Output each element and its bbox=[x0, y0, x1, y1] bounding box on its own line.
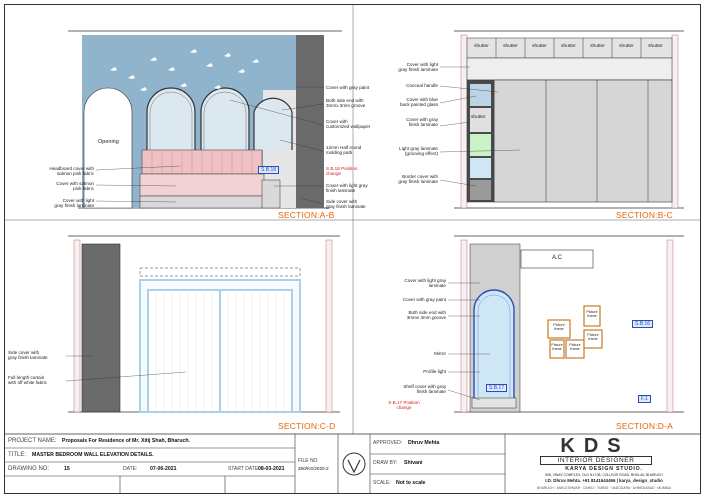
note-salmon-fabric: Cover with salmon pink fabric bbox=[56, 181, 94, 192]
drawing-no: 15 bbox=[64, 466, 70, 472]
firm-address: 508, VINAY COMPLEX, OLD N.H 08, COLLEGE … bbox=[545, 473, 663, 477]
note-da-gray-paint: Cover with gray paint bbox=[402, 297, 446, 302]
note-blue-glass: Cover with blue back painted glass bbox=[399, 97, 438, 108]
section-da-title: SECTION:D-A bbox=[616, 421, 673, 431]
start-date-label: START DATE: bbox=[228, 466, 260, 472]
drawing-sheet: SECTION:A-B SECTION:B-C SECTION:C-D SECT… bbox=[0, 0, 707, 500]
frame-label-2: Picture frame bbox=[569, 343, 581, 351]
start-date-value: 08-03-2021 bbox=[258, 466, 285, 472]
section-ab-title: SECTION:A-B bbox=[278, 210, 335, 220]
date-value: 07-06-2021 bbox=[150, 466, 177, 472]
shutter-label: shutter bbox=[648, 44, 663, 49]
shutter-label-row: shutter shutter shutter shutter shutter … bbox=[467, 44, 672, 49]
firm-contact: I.D. Dhruv Mehta. +91 8141644466 | karya… bbox=[545, 478, 663, 483]
frame-label-3: Picture frame bbox=[586, 310, 598, 318]
note-conceal-handle: Conceal handle bbox=[406, 83, 438, 88]
section-bc-title: SECTION:B-C bbox=[616, 210, 673, 220]
side-cover-panel bbox=[81, 243, 121, 413]
note-bc-light-gray: Cover with light gray finish laminate bbox=[398, 62, 438, 73]
shutter-label: shutter bbox=[474, 44, 489, 49]
note-grooving: Light gray laminate (grooving effect) bbox=[399, 146, 438, 157]
note-mirror: Mirror bbox=[434, 351, 446, 356]
note-gray-laminate: Cover with gray finish laminate bbox=[406, 117, 438, 128]
sb16-tag: S.B.16 bbox=[632, 320, 654, 328]
note-border-cover: Border cover with gray finish laminate bbox=[398, 174, 438, 185]
shutter-side-label: shutter bbox=[471, 115, 486, 120]
project-name-label: PROJECT NAME: bbox=[8, 438, 57, 444]
approved-label: APPROVED: bbox=[373, 440, 403, 446]
firm-subtitle: INTERIOR DESIGNER bbox=[540, 456, 652, 465]
firm-name: KARYA DESIGN STUDIO. bbox=[565, 466, 643, 472]
scale-value: Not to scale bbox=[396, 480, 426, 486]
drawing-title: MASTER BEDROOM WALL ELEVATION DETAILS. bbox=[32, 452, 154, 458]
section-cd-drawing bbox=[65, 235, 340, 413]
approved-value: Dhruv Mehta bbox=[408, 440, 440, 446]
bed-bottom-laminate bbox=[139, 195, 265, 209]
shutter-label: shutter bbox=[561, 44, 576, 49]
arch-2 bbox=[200, 87, 250, 150]
note-molding: 12mm Half round molding patti bbox=[326, 145, 362, 156]
ac-label: A.C bbox=[551, 255, 562, 261]
date-label: DATE: bbox=[123, 466, 138, 472]
arch-3 bbox=[253, 97, 293, 150]
firm-cities: BHARUCH · ANKLESHWAR · DAHEJ · SURAT · V… bbox=[536, 486, 671, 490]
scale-label: SCALE: bbox=[373, 480, 391, 486]
note-light-gray: Cover with light gray finish laminate bbox=[54, 198, 94, 209]
note-groove: Both side end with 3mmx 3mm groove bbox=[326, 98, 366, 109]
note-sb18-change: S.B.18 Position change bbox=[326, 166, 358, 177]
section-cd-title: SECTION:C-D bbox=[278, 421, 336, 431]
note-profile-light: Profile light bbox=[423, 369, 446, 374]
note-side-cover: Side cover with gray finish laminate bbox=[326, 199, 366, 210]
drawn-value: Shivani bbox=[404, 460, 423, 466]
f1-tag: F.1 bbox=[638, 395, 651, 403]
shutter-label: shutter bbox=[532, 44, 547, 49]
sb18-tag: S.B.18 bbox=[258, 166, 280, 174]
note-da-groove: Both side end with 3mmx 3mm groove bbox=[406, 310, 446, 321]
title-label: TITLE: bbox=[8, 452, 27, 458]
elevation-drawings bbox=[4, 4, 701, 494]
note-cd-side-cover: Side cover with gray finish laminate bbox=[8, 350, 48, 361]
opening-label: Opening bbox=[98, 139, 119, 145]
bed-base bbox=[139, 173, 265, 197]
note-headboard: Headboard cover with salmon pink fabric bbox=[49, 166, 94, 177]
drawn-label: DRAW BY: bbox=[373, 460, 398, 466]
project-name: Proposals For Residence of Mr. Xitij Sha… bbox=[62, 438, 190, 444]
shutter-label: shutter bbox=[619, 44, 634, 49]
frame-label-4: Picture frame bbox=[587, 333, 599, 341]
note-curtain: Full length curtain with off white fabri… bbox=[8, 375, 47, 386]
section-ab-drawing bbox=[68, 30, 342, 209]
sb17-tag: S.B.17 bbox=[486, 384, 508, 392]
frame-label-1: Picture frame bbox=[553, 323, 565, 331]
shutter-label: shutter bbox=[503, 44, 518, 49]
note-sb17-change: S.B.17 Position change bbox=[388, 400, 420, 411]
note-da-light-gray: Cover with light gray laminate bbox=[404, 278, 446, 289]
drawing-no-label: DRAWING NO: bbox=[8, 466, 50, 472]
wardrobe-shutters bbox=[493, 79, 673, 203]
side-table bbox=[261, 179, 281, 209]
frame-label-5: Picture frame bbox=[551, 343, 563, 351]
firm-logo: KDS bbox=[560, 435, 630, 457]
file-no-label: FILE NO bbox=[298, 458, 318, 464]
note-shelf: Shelf cover with gray finish laminate bbox=[403, 384, 446, 395]
shutter-label: shutter bbox=[590, 44, 605, 49]
arch-1 bbox=[146, 87, 196, 150]
file-no-value: 250/KS/2020-2 bbox=[298, 466, 329, 471]
